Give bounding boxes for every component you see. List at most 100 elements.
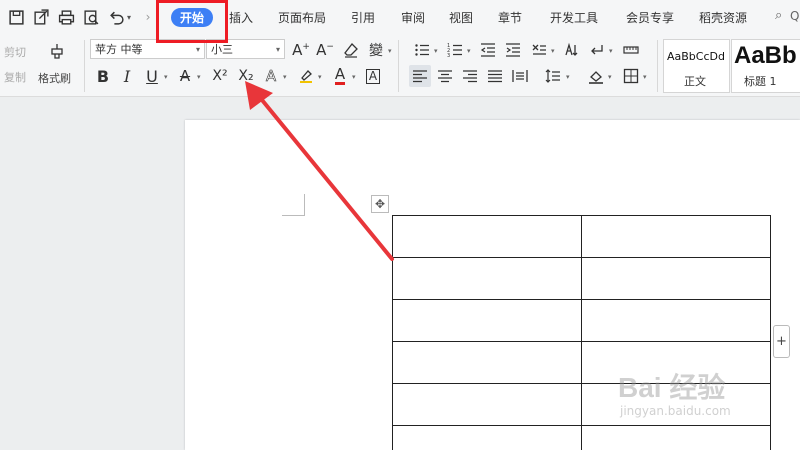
tab-stops-icon[interactable] [620, 39, 642, 61]
grow-font-button[interactable]: A+ [290, 39, 312, 61]
watermark-main: Bai 经验 [618, 372, 726, 403]
format-painter-label[interactable]: 格式刷 [38, 70, 71, 86]
bold-button[interactable]: B [92, 65, 114, 87]
table-cell[interactable] [581, 425, 771, 450]
table-cell[interactable] [392, 425, 582, 450]
line-spacing-icon[interactable] [542, 65, 564, 87]
chevron-down-icon[interactable]: ▾ [197, 74, 203, 81]
chevron-down-icon[interactable]: ▾ [388, 48, 394, 55]
style-heading-label: 标题 1 [744, 75, 777, 88]
align-right-icon[interactable] [459, 65, 481, 87]
style-heading-1[interactable]: AaBb 标题 1 [731, 39, 800, 93]
table-row [392, 425, 771, 450]
underline-button[interactable]: U [141, 65, 163, 87]
superscript-button[interactable]: X² [209, 65, 231, 87]
table-cell[interactable] [392, 257, 582, 300]
table-cell[interactable] [392, 299, 582, 342]
tab-chapter[interactable]: 章节 [498, 9, 522, 26]
italic-button[interactable]: I [116, 65, 138, 87]
table-cell[interactable] [581, 215, 771, 258]
tab-docer[interactable]: 稻壳资源 [699, 9, 747, 26]
style-heading-sample: AaBb [734, 42, 797, 69]
format-painter-icon[interactable] [46, 40, 68, 62]
svg-text:3: 3 [447, 53, 450, 58]
chevron-down-icon[interactable]: ▾ [318, 74, 324, 81]
text-effect-button[interactable]: A [260, 65, 282, 87]
table-cell[interactable] [392, 383, 582, 426]
save-icon[interactable] [7, 8, 25, 26]
chevron-down-icon[interactable]: ▾ [434, 48, 440, 55]
undo-dropdown-icon[interactable]: ▾ [124, 8, 134, 26]
table-cell[interactable] [581, 299, 771, 342]
subscript-button[interactable]: X₂ [235, 65, 257, 87]
chevron-down-icon[interactable]: ▾ [609, 48, 615, 55]
add-column-button[interactable]: + [773, 325, 790, 358]
print-preview-icon[interactable] [82, 8, 100, 26]
watermark-sub: jingyan.baidu.com [620, 404, 731, 418]
table-cell[interactable] [392, 215, 582, 258]
font-color-button[interactable]: A [329, 65, 351, 87]
justify-icon[interactable] [484, 65, 506, 87]
tab-insert[interactable]: 插入 [229, 9, 253, 26]
chevron-down-icon[interactable]: ▾ [467, 48, 473, 55]
table-cell[interactable] [392, 341, 582, 384]
chevron-down-icon[interactable]: ▾ [566, 74, 572, 81]
style-normal-label: 正文 [684, 75, 706, 88]
table-row [392, 257, 771, 300]
export-pdf-icon[interactable] [32, 8, 50, 26]
align-center-icon[interactable] [434, 65, 456, 87]
undo-icon[interactable] [107, 8, 125, 26]
table-move-handle-icon[interactable]: ✥ [371, 195, 389, 213]
search-label[interactable]: Q [790, 9, 799, 23]
borders-icon[interactable] [620, 65, 642, 87]
distribute-icon[interactable] [509, 65, 531, 87]
ribbon: 剪切 复制 格式刷 苹方 中等 ▾ 小三 ▾ A+ A− 變 ▾ B I U ▾ A… [0, 36, 800, 97]
shrink-font-button[interactable]: A− [314, 39, 336, 61]
style-normal[interactable]: AaBbCcDd 标题 1 正文 [663, 39, 730, 93]
tab-references[interactable]: 引用 [351, 9, 375, 26]
strikethrough-button[interactable]: A [174, 65, 196, 87]
table-row [392, 299, 771, 342]
tab-review[interactable]: 审阅 [401, 9, 425, 26]
chevron-down-icon[interactable]: ▾ [164, 74, 170, 81]
cut-button[interactable]: 剪切 [4, 44, 26, 60]
tab-member[interactable]: 会员专享 [626, 9, 674, 26]
font-size-select[interactable]: 小三 ▾ [206, 39, 285, 59]
search-icon[interactable]: ⌕ [775, 8, 782, 23]
tab-home[interactable]: 开始 [171, 8, 213, 27]
chevron-down-icon[interactable]: ▾ [551, 48, 557, 55]
highlight-color-icon[interactable] [295, 65, 317, 87]
copy-button[interactable]: 复制 [4, 69, 26, 85]
table-cell[interactable] [581, 257, 771, 300]
tab-view[interactable]: 视图 [449, 9, 473, 26]
tab-developer[interactable]: 开发工具 [550, 9, 598, 26]
separator [657, 40, 658, 92]
align-left-icon[interactable] [409, 65, 431, 87]
phonetic-guide-icon[interactable]: 變 [365, 39, 387, 61]
decrease-indent-icon[interactable] [477, 39, 499, 61]
clear-format-icon[interactable] [340, 39, 362, 61]
tab-page-layout[interactable]: 页面布局 [278, 9, 326, 26]
chinese-layout-icon[interactable] [528, 39, 550, 61]
separator [398, 40, 399, 92]
table-row [392, 215, 771, 258]
chevron-down-icon[interactable]: ▾ [352, 74, 358, 81]
watermark: Bai 经验 jingyan.baidu.com [618, 366, 768, 418]
bullet-list-icon[interactable] [411, 39, 433, 61]
increase-indent-icon[interactable] [502, 39, 524, 61]
char-border-button[interactable]: A [362, 65, 384, 87]
numbered-list-icon[interactable]: 123 [444, 39, 466, 61]
print-icon[interactable] [57, 8, 75, 26]
separator [84, 40, 85, 92]
chevron-down-icon[interactable]: ▾ [643, 74, 649, 81]
chevron-down-icon[interactable]: ▾ [608, 74, 614, 81]
chevron-down-icon[interactable]: ▾ [283, 74, 289, 81]
menu-bar: ▾ › 开始 插入 页面布局 引用 审阅 视图 章节 开发工具 会员专享 稻壳资… [0, 0, 800, 36]
show-hide-marks-icon[interactable] [586, 39, 608, 61]
margin-corner-mark [282, 215, 304, 216]
shading-icon[interactable] [585, 65, 607, 87]
margin-corner-mark [304, 194, 305, 216]
font-family-select[interactable]: 苹方 中等 ▾ [90, 39, 205, 59]
sort-icon[interactable] [561, 39, 583, 61]
redo-icon[interactable]: › [143, 8, 153, 26]
